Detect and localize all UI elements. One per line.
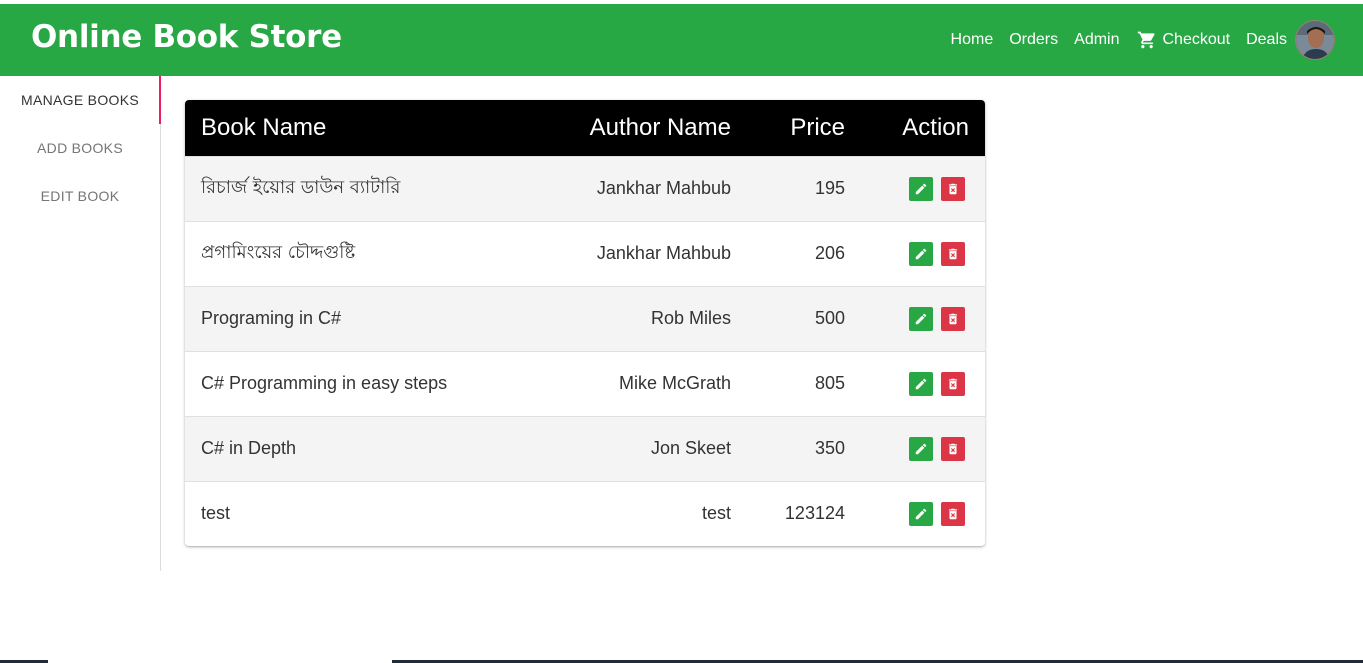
- book-name-cell: test: [201, 503, 231, 524]
- price-cell: 195: [814, 178, 845, 198]
- author-name-cell: Jankhar Mahbub: [596, 178, 731, 198]
- nav-admin-label: Admin: [1074, 31, 1120, 48]
- price-cell: 805: [814, 373, 845, 393]
- author-name-cell: Jankhar Mahbub: [596, 243, 731, 263]
- nav-admin-link[interactable]: Admin: [1074, 31, 1119, 49]
- delete-button[interactable]: [941, 501, 965, 526]
- action-cell: [861, 221, 985, 286]
- delete-button[interactable]: [941, 241, 965, 266]
- nav-deals-label: Deals: [1246, 31, 1287, 48]
- book-name-cell: রিচার্জ ইয়োর ডাউন ব্যাটারি: [201, 177, 401, 198]
- brand-title[interactable]: Online Book Store: [31, 19, 342, 55]
- user-avatar[interactable]: [1295, 20, 1335, 60]
- delete-button[interactable]: [941, 436, 965, 461]
- edit-button[interactable]: [909, 501, 933, 526]
- action-cell: [861, 481, 985, 546]
- author-name-cell: Jon Skeet: [650, 438, 731, 458]
- edit-button[interactable]: [909, 176, 933, 201]
- table-header-row: Book Name Author Name Price Action: [185, 100, 985, 156]
- header-author-name: Author Name: [589, 113, 731, 141]
- sidebar-item-add-books[interactable]: ADD BOOKS: [0, 124, 160, 172]
- nav-deals-link[interactable]: Deals: [1246, 31, 1287, 49]
- header-action: Action: [902, 113, 969, 141]
- nav-checkout-label: Checkout: [1162, 31, 1231, 48]
- author-name-cell: test: [701, 503, 731, 524]
- nav-orders-link[interactable]: Orders: [1009, 31, 1058, 49]
- edit-button[interactable]: [909, 436, 933, 461]
- edit-button[interactable]: [909, 241, 933, 266]
- edit-button[interactable]: [909, 306, 933, 331]
- nav-checkout-link[interactable]: Checkout: [1136, 30, 1231, 50]
- sidebar-item-manage-books[interactable]: MANAGE BOOKS: [0, 76, 161, 124]
- table-row: Programing in C# Rob Miles 500: [185, 286, 985, 351]
- action-cell: [861, 351, 985, 416]
- table-row: C# Programming in easy steps Mike McGrath…: [185, 351, 985, 416]
- book-name-cell: Programing in C#: [201, 308, 342, 328]
- table-row: C# in Depth Jon Skeet 350: [185, 416, 985, 481]
- author-name-cell: Mike McGrath: [618, 373, 731, 393]
- price-cell: 206: [814, 243, 845, 263]
- action-cell: [861, 156, 985, 221]
- books-table: Book Name Author Name Price Action রিচার…: [185, 100, 985, 546]
- nav-links: Home Orders Admin Checkout Deals: [951, 18, 1335, 62]
- book-name-cell: C# in Depth: [201, 438, 297, 458]
- delete-button[interactable]: [941, 306, 965, 331]
- nav-home-label: Home: [950, 31, 994, 48]
- user-avatar-image: [1296, 21, 1334, 59]
- nav-home-link[interactable]: Home: [951, 31, 994, 49]
- table-row: রিচার্জ ইয়োর ডাউন ব্যাটারি Jankhar Mahbu…: [185, 156, 985, 221]
- book-name-cell: C# Programming in easy steps: [201, 373, 448, 393]
- table-row: test test 123124: [185, 481, 985, 546]
- books-table-container: Book Name Author Name Price Action রিচার…: [185, 100, 985, 546]
- action-cell: [861, 286, 985, 351]
- price-cell: 500: [814, 308, 845, 328]
- navbar: Online Book Store Home Orders Admin Chec…: [0, 4, 1363, 76]
- nav-orders-label: Orders: [1009, 31, 1059, 48]
- sidebar: MANAGE BOOKS ADD BOOKS EDIT BOOK: [0, 76, 161, 571]
- delete-button[interactable]: [941, 371, 965, 396]
- price-cell: 350: [814, 438, 845, 458]
- cart-icon: [1137, 31, 1155, 49]
- header-book-name: Book Name: [201, 113, 327, 141]
- author-name-cell: Rob Miles: [650, 308, 731, 328]
- action-cell: [861, 416, 985, 481]
- edit-button[interactable]: [909, 371, 933, 396]
- header-price: Price: [790, 113, 845, 141]
- delete-button[interactable]: [941, 176, 965, 201]
- book-name-cell: প্রগামিংয়ের চৌদ্দগুষ্টি: [201, 242, 356, 263]
- sidebar-item-edit-book[interactable]: EDIT BOOK: [0, 172, 160, 220]
- table-row: প্রগামিংয়ের চৌদ্দগুষ্টি Jankhar Mahbub 20…: [185, 221, 985, 286]
- price-cell: 123124: [784, 503, 845, 524]
